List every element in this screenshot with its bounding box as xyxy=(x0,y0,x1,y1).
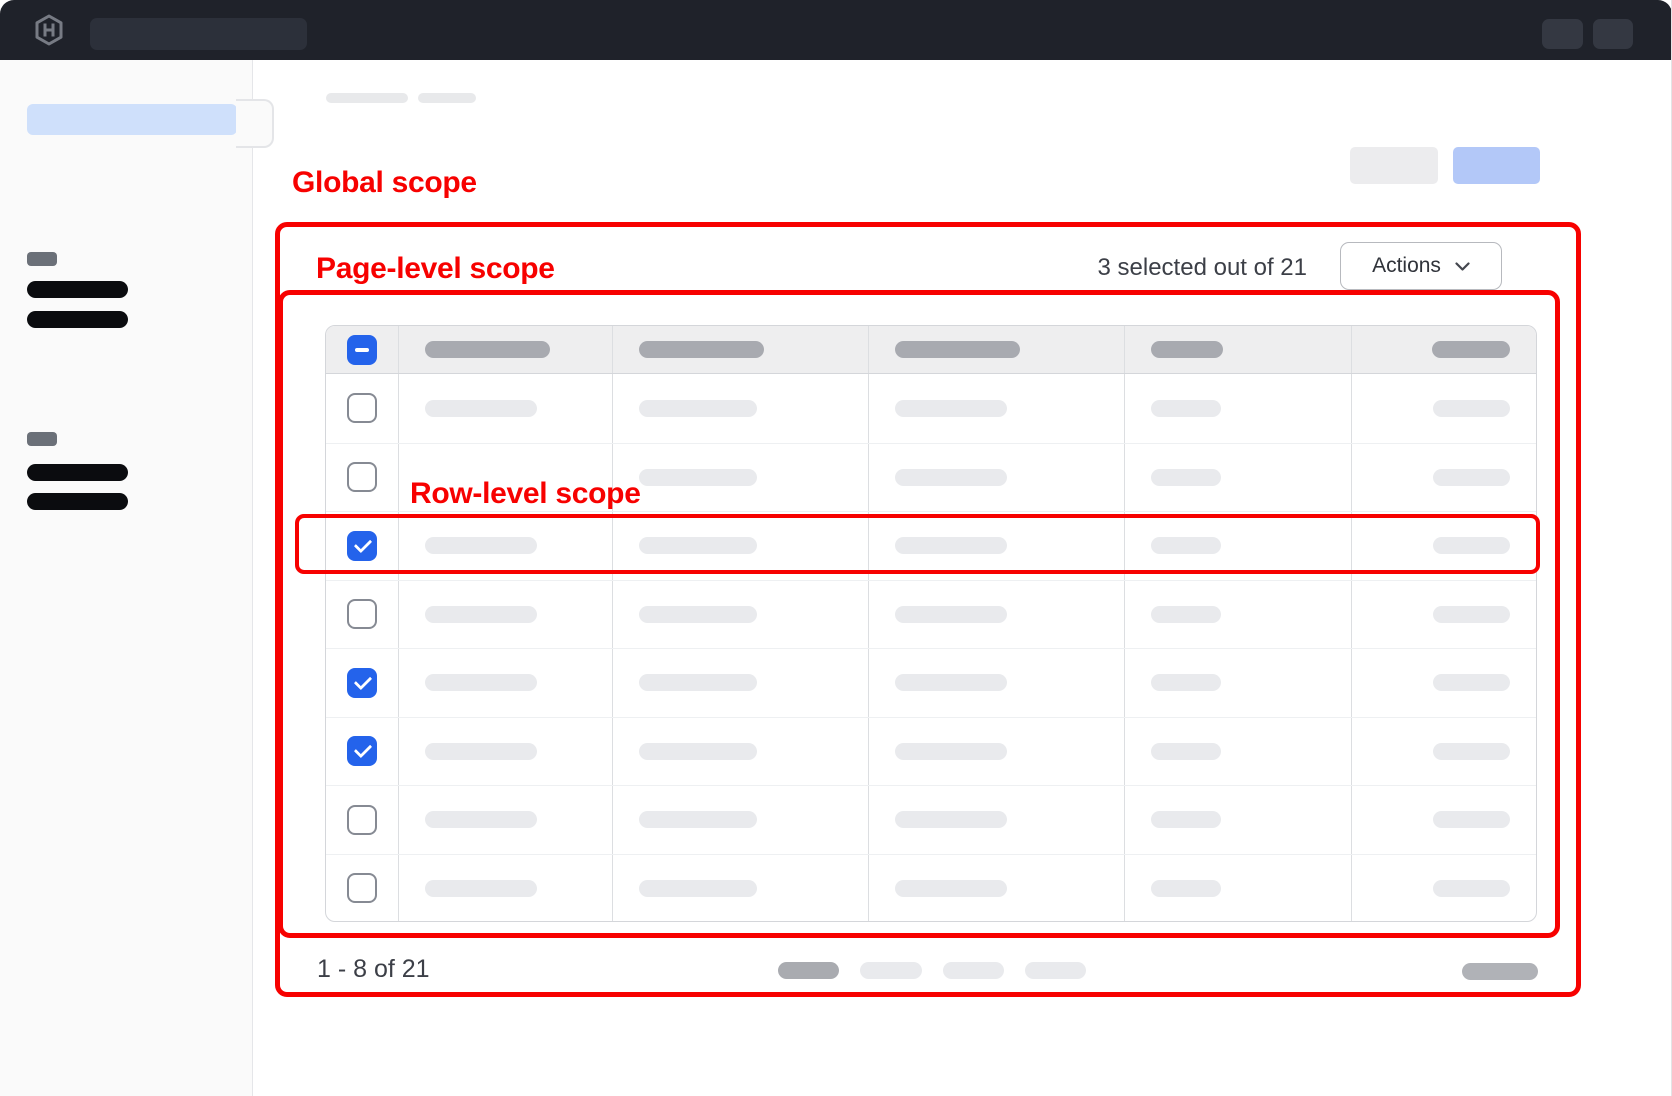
cell-placeholder xyxy=(425,880,537,897)
hashicorp-logo-icon xyxy=(34,14,64,46)
table-row xyxy=(326,580,1536,649)
cell-placeholder xyxy=(1433,606,1510,623)
app-window: Global scope Page-level scope Row-level … xyxy=(0,0,1672,1096)
pagination-pages xyxy=(778,962,1086,979)
column-header-placeholder xyxy=(1151,341,1223,358)
cell-placeholder xyxy=(1433,674,1510,691)
cell-placeholder xyxy=(1433,811,1510,828)
table-row xyxy=(326,511,1536,580)
sidebar-nav-item[interactable] xyxy=(27,464,128,481)
breadcrumb-item[interactable] xyxy=(418,93,476,103)
table-header-row xyxy=(326,326,1536,374)
row-checkbox[interactable] xyxy=(347,531,377,561)
sidebar-nav-item[interactable] xyxy=(27,281,128,298)
row-level-scope-label: Row-level scope xyxy=(410,477,641,511)
cell-placeholder xyxy=(1151,811,1221,828)
column-header-placeholder xyxy=(639,341,764,358)
top-navigation-bar xyxy=(0,0,1672,60)
cell-placeholder xyxy=(425,606,537,623)
page-pill[interactable] xyxy=(1025,962,1086,979)
actions-dropdown-button[interactable]: Actions xyxy=(1340,242,1502,290)
cell-placeholder xyxy=(1433,880,1510,897)
sidebar xyxy=(0,60,253,1096)
select-all-checkbox[interactable] xyxy=(347,335,377,365)
table-row xyxy=(326,717,1536,786)
breadcrumb-item[interactable] xyxy=(326,93,408,103)
sidebar-section-label xyxy=(27,252,57,266)
table-row xyxy=(326,854,1536,923)
cell-placeholder xyxy=(895,674,1007,691)
cell-placeholder xyxy=(639,880,757,897)
sidebar-item-active[interactable] xyxy=(27,104,237,135)
cell-placeholder xyxy=(1433,400,1510,417)
row-checkbox[interactable] xyxy=(347,873,377,903)
topbar-account-button[interactable] xyxy=(1593,19,1633,49)
cell-placeholder xyxy=(1151,606,1221,623)
page-pill[interactable] xyxy=(943,962,1004,979)
cell-placeholder xyxy=(1433,537,1510,554)
row-checkbox[interactable] xyxy=(347,599,377,629)
sidebar-nav-item[interactable] xyxy=(27,493,128,510)
cell-placeholder xyxy=(639,811,757,828)
pagination-next-placeholder[interactable] xyxy=(1462,963,1538,980)
table-body xyxy=(326,374,1536,922)
cell-placeholder xyxy=(895,811,1007,828)
sidebar-collapse-toggle[interactable] xyxy=(236,99,274,148)
chevron-down-icon xyxy=(1455,262,1470,271)
cell-placeholder xyxy=(425,811,537,828)
column-header-placeholder xyxy=(425,341,550,358)
cell-placeholder xyxy=(895,606,1007,623)
row-checkbox[interactable] xyxy=(347,393,377,423)
cell-placeholder xyxy=(895,469,1007,486)
cell-placeholder xyxy=(1151,537,1221,554)
actions-button-label: Actions xyxy=(1372,254,1441,278)
global-scope-label: Global scope xyxy=(292,166,477,200)
cell-placeholder xyxy=(639,606,757,623)
pagination-range-text: 1 - 8 of 21 xyxy=(317,955,430,984)
cell-placeholder xyxy=(1151,743,1221,760)
row-checkbox[interactable] xyxy=(347,805,377,835)
cell-placeholder xyxy=(895,400,1007,417)
cell-placeholder xyxy=(639,469,757,486)
row-checkbox[interactable] xyxy=(347,736,377,766)
page-pill[interactable] xyxy=(778,962,839,979)
cell-placeholder xyxy=(639,743,757,760)
page-level-scope-label: Page-level scope xyxy=(316,252,555,286)
cell-placeholder xyxy=(1433,743,1510,760)
topbar-action-button[interactable] xyxy=(1542,19,1583,49)
cell-placeholder xyxy=(425,743,537,760)
cell-placeholder xyxy=(425,400,537,417)
table-row xyxy=(326,648,1536,717)
column-header-placeholder xyxy=(1432,341,1510,358)
secondary-action-button[interactable] xyxy=(1350,147,1438,184)
cell-placeholder xyxy=(1151,400,1221,417)
table-row xyxy=(326,785,1536,854)
cell-placeholder xyxy=(425,674,537,691)
page-pill[interactable] xyxy=(860,962,922,979)
cell-placeholder xyxy=(639,674,757,691)
sidebar-section-label xyxy=(27,432,57,446)
cell-placeholder xyxy=(1151,880,1221,897)
cell-placeholder xyxy=(639,400,757,417)
row-checkbox[interactable] xyxy=(347,462,377,492)
cell-placeholder xyxy=(895,743,1007,760)
cell-placeholder xyxy=(895,880,1007,897)
cell-placeholder xyxy=(1151,674,1221,691)
data-table xyxy=(325,325,1537,922)
selection-status-text: 3 selected out of 21 xyxy=(1098,254,1307,282)
column-header-placeholder xyxy=(895,341,1020,358)
cell-placeholder xyxy=(1433,469,1510,486)
global-search-input[interactable] xyxy=(90,18,307,50)
table-row xyxy=(326,374,1536,443)
cell-placeholder xyxy=(425,537,537,554)
row-checkbox[interactable] xyxy=(347,668,377,698)
sidebar-nav-item[interactable] xyxy=(27,311,128,328)
cell-placeholder xyxy=(1151,469,1221,486)
primary-action-button[interactable] xyxy=(1453,147,1540,184)
cell-placeholder xyxy=(639,537,757,554)
cell-placeholder xyxy=(895,537,1007,554)
